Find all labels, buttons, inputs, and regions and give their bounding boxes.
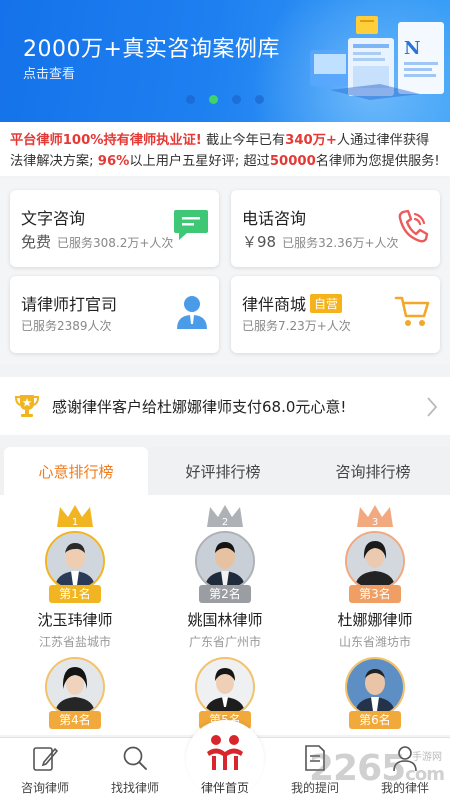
search-icon bbox=[123, 746, 147, 770]
lawyer-card-4[interactable]: 第4名 bbox=[0, 629, 150, 735]
chat-bubble-icon bbox=[174, 210, 208, 240]
nav-home[interactable]: 律伴首页 bbox=[180, 735, 270, 800]
lawyer-name: 杜娜娜律师 bbox=[337, 611, 413, 629]
card-count: 已服务32.36万+人次 bbox=[282, 236, 399, 250]
lawyer-avatar bbox=[45, 657, 105, 717]
card-price: ￥98 bbox=[242, 233, 277, 251]
watermark-sub: 手游网 bbox=[412, 752, 442, 763]
notice-number: 340万+ bbox=[285, 133, 337, 148]
rank-badge: 第6名 bbox=[349, 711, 401, 729]
card-title: 律伴商城 自营 bbox=[242, 291, 343, 315]
card-count: 已服务2389人次 bbox=[21, 319, 112, 333]
trophy-icon bbox=[14, 395, 40, 417]
card-price: 免费 bbox=[21, 233, 52, 251]
promo-banner[interactable]: 2000万+真实咨询案例库 点击查看 N bbox=[0, 0, 450, 122]
tab-consult-ranking[interactable]: 咨询排行榜 bbox=[298, 447, 448, 495]
bronze-crown-icon: 3 bbox=[357, 505, 393, 528]
watermark-suffix: com bbox=[405, 764, 445, 785]
self-operated-badge: 自营 bbox=[310, 294, 343, 313]
nav-label: 找找律师 bbox=[110, 781, 159, 795]
lawyer-avatar bbox=[345, 657, 405, 717]
rank-badge: 第1名 bbox=[49, 585, 101, 603]
edit-note-icon bbox=[33, 747, 58, 771]
banner-dot[interactable] bbox=[186, 95, 195, 104]
lawyer-person-icon bbox=[177, 296, 207, 329]
rank-badge: 第3名 bbox=[349, 585, 401, 603]
card-title: 电话咨询 bbox=[242, 209, 307, 228]
lawyer-avatar bbox=[195, 531, 255, 591]
rank-badge: 第4名 bbox=[49, 711, 101, 729]
nav-label: 律伴首页 bbox=[200, 781, 249, 795]
svg-text:N: N bbox=[404, 38, 420, 59]
crown-number: 2 bbox=[222, 517, 228, 528]
notice-text: 以上用户五星好评; 超过 bbox=[129, 154, 270, 169]
chevron-right-icon[interactable] bbox=[426, 396, 438, 418]
banner-title: 2000万+真实咨询案例库 bbox=[23, 37, 280, 62]
appreciation-text: 感谢律伴客户给杜娜娜律师支付68.0元心意! bbox=[52, 397, 347, 416]
phone-icon bbox=[398, 209, 429, 243]
lawyer-avatar bbox=[45, 531, 105, 591]
silver-crown-icon: 2 bbox=[207, 505, 243, 528]
lawyer-name: 姚国林律师 bbox=[187, 611, 263, 629]
notice-number: 96% bbox=[97, 154, 130, 169]
lawyer-card-6[interactable]: 第6名 bbox=[300, 629, 450, 735]
card-meta: 已服务2389人次 bbox=[21, 317, 112, 334]
card-title-text: 律伴商城 bbox=[242, 295, 307, 314]
banner-dot-active[interactable] bbox=[209, 95, 218, 104]
card-count: 已服务7.23万+人次 bbox=[242, 319, 351, 333]
notice-text: 名律师为您提供服务! bbox=[315, 154, 440, 169]
nav-consult-lawyer[interactable]: 咨询律师 bbox=[0, 738, 90, 800]
card-count: 已服务308.2万+人次 bbox=[57, 236, 174, 250]
hire-lawyer-card[interactable]: 请律师打官司 已服务2389人次 bbox=[10, 276, 219, 353]
shopping-cart-icon bbox=[394, 296, 430, 326]
banner-subtitle[interactable]: 点击查看 bbox=[23, 63, 75, 82]
service-grid: 文字咨询 免费 已服务308.2万+人次 电话咨询 ￥98 已服务32.36万+人次… bbox=[0, 178, 450, 364]
phone-consult-card[interactable]: 电话咨询 ￥98 已服务32.36万+人次 bbox=[231, 190, 440, 267]
gold-crown-icon: 1 bbox=[57, 505, 93, 528]
card-title: 文字咨询 bbox=[21, 209, 86, 228]
nav-label: 咨询律师 bbox=[20, 781, 69, 795]
card-meta: ￥98 已服务32.36万+人次 bbox=[242, 231, 399, 252]
notice-text: 截止今年已有 bbox=[201, 133, 286, 148]
notice-highlight: 平台律师100%持有律师执业证! bbox=[10, 133, 202, 148]
card-meta: 免费 已服务308.2万+人次 bbox=[21, 231, 173, 252]
rank-badge: 第2名 bbox=[199, 585, 251, 603]
ranking-tabs: 心意排行榜 好评排行榜 咨询排行榜 bbox=[0, 447, 450, 495]
notice-number: 50000 bbox=[269, 154, 316, 169]
banner-pagination bbox=[0, 95, 450, 104]
home-logo-icon bbox=[207, 735, 243, 770]
card-title: 请律师打官司 bbox=[21, 295, 118, 314]
appreciation-ticker[interactable]: 感谢律伴客户给杜娜娜律师支付68.0元心意! bbox=[0, 377, 450, 435]
watermark-main: 2265 bbox=[309, 748, 406, 789]
lawyer-avatar bbox=[195, 657, 255, 717]
crown-number: 3 bbox=[372, 517, 378, 528]
lawyer-avatar bbox=[345, 531, 405, 591]
legal-mall-card[interactable]: 律伴商城 自营 已服务7.23万+人次 bbox=[231, 276, 440, 353]
platform-notice: 平台律师100%持有律师执业证! 截止今年已有340万+人通过律伴获得法律解决方… bbox=[0, 122, 450, 176]
lawyer-name: 沈玉玮律师 bbox=[37, 611, 113, 629]
nav-find-lawyer[interactable]: 找找律师 bbox=[90, 738, 180, 800]
tab-rating-ranking[interactable]: 好评排行榜 bbox=[148, 447, 298, 495]
crown-number: 1 bbox=[72, 517, 78, 528]
tab-appreciation-ranking[interactable]: 心意排行榜 bbox=[4, 447, 148, 495]
banner-dot[interactable] bbox=[255, 95, 264, 104]
text-consult-card[interactable]: 文字咨询 免费 已服务308.2万+人次 bbox=[10, 190, 219, 267]
lawyer-ranking-grid: 1 第1名 沈玉玮律师 江苏省盐城市 2 第2名 姚国林律师 广东省广州市 3 … bbox=[0, 495, 450, 735]
card-meta: 已服务7.23万+人次 bbox=[242, 317, 351, 334]
banner-dot[interactable] bbox=[232, 95, 241, 104]
